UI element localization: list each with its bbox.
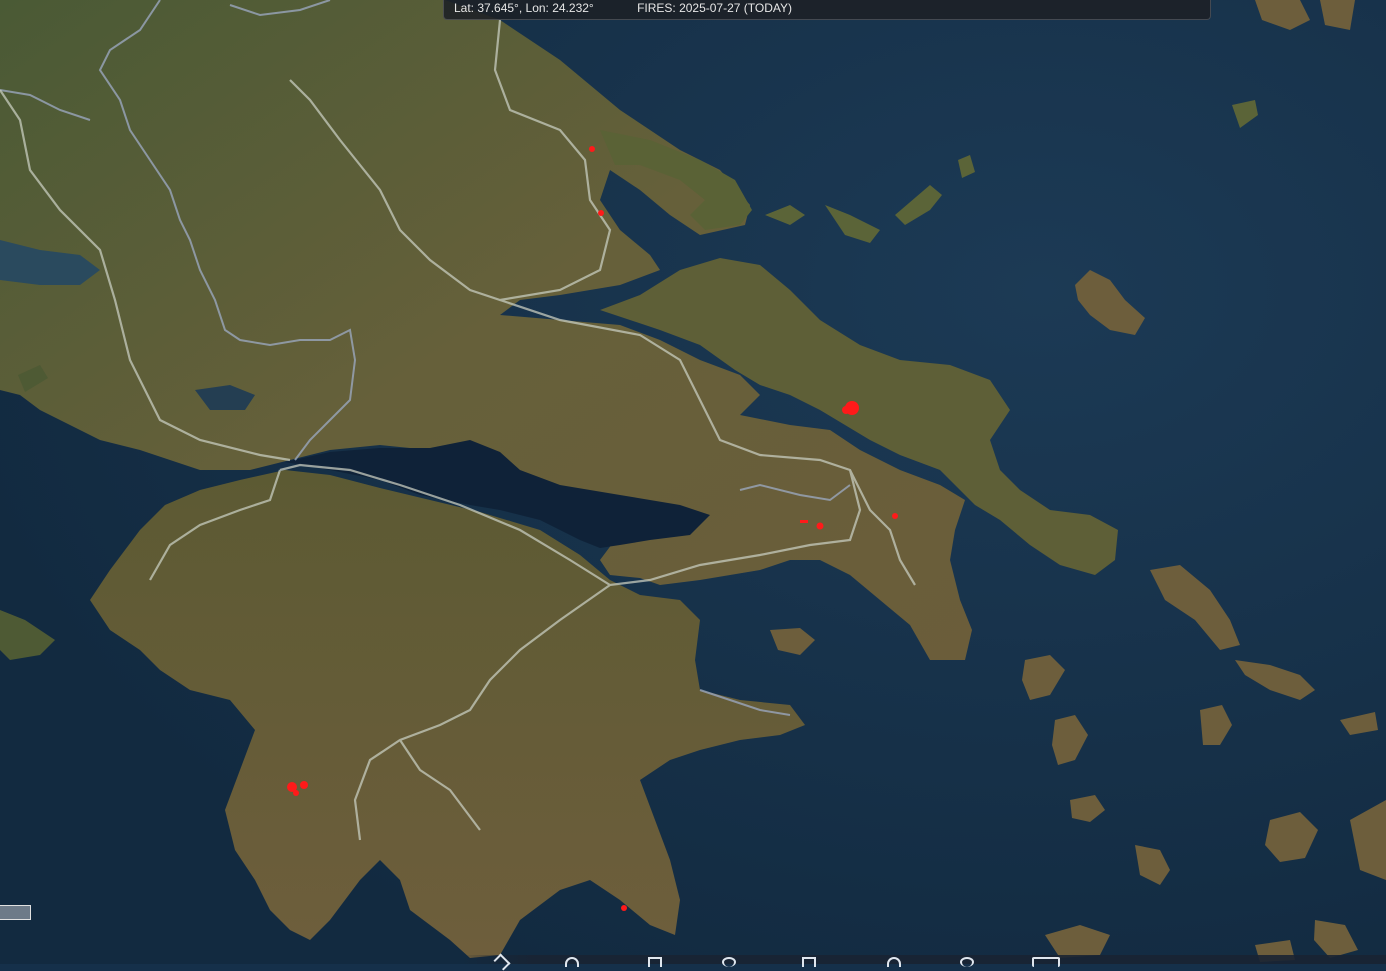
coordinates-readout: Lat: 37.645°, Lon: 24.232° (454, 1, 594, 15)
fire-hotspot (598, 210, 604, 216)
satellite-map[interactable] (0, 0, 1386, 964)
bookmark-icon[interactable] (648, 957, 662, 967)
fire-hotspot (589, 146, 595, 152)
pin-icon[interactable] (565, 957, 579, 967)
scale-bar (0, 905, 31, 920)
layers-icon[interactable] (802, 957, 816, 967)
fire-hotspot (816, 522, 824, 530)
settings-icon[interactable] (722, 957, 736, 967)
fire-hotspot (621, 905, 627, 911)
fire-hotspot (892, 513, 898, 519)
location-icon[interactable] (960, 957, 974, 967)
pencil-icon[interactable] (493, 953, 511, 971)
fire-hotspot (800, 520, 808, 523)
status-bar: Lat: 37.645°, Lon: 24.232° FIRES: 2025-0… (443, 0, 1211, 20)
screen-icon[interactable] (1032, 957, 1060, 967)
fires-date-label: FIRES: 2025-07-27 (TODAY) (637, 1, 793, 15)
bottom-toolbar (460, 953, 1386, 971)
fire-hotspot (300, 781, 308, 789)
fire-hotspot (293, 790, 299, 796)
fire-hotspot (842, 406, 850, 414)
person-icon[interactable] (887, 957, 901, 967)
